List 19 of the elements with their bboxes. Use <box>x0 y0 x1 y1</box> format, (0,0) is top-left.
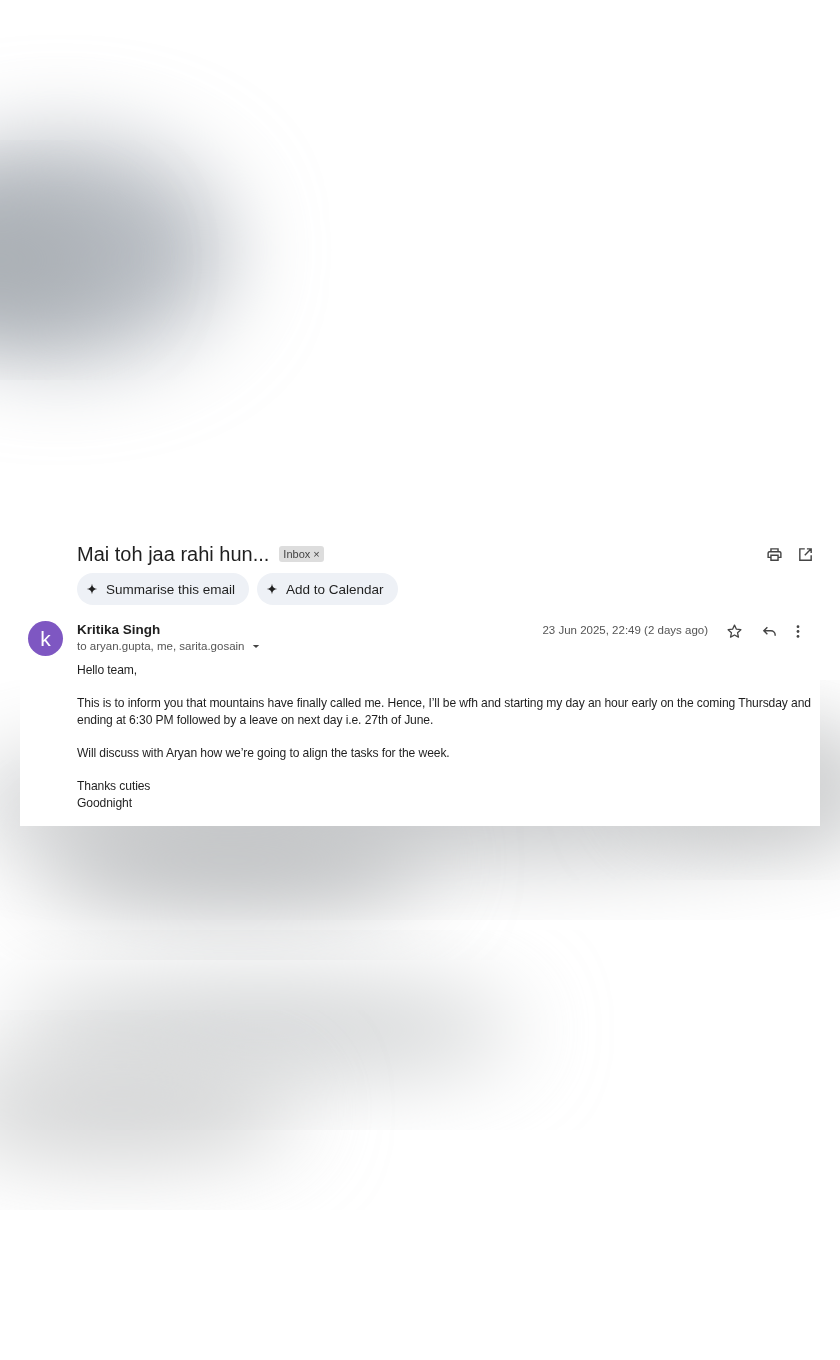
star-icon[interactable] <box>726 623 743 640</box>
email-body-text: Goodnight <box>77 795 133 812</box>
inbox-label[interactable]: Inbox × <box>279 546 324 562</box>
email-date: 23 Jun 2025, 22:49 (2 days ago) <box>542 623 708 636</box>
smart-action-button[interactable]: Summarise this email <box>77 573 250 605</box>
dropdown-caret-icon[interactable] <box>251 643 260 649</box>
open-in-new-window-icon[interactable] <box>797 545 814 563</box>
sender-name: Kritika Singh <box>77 622 162 637</box>
recipients-text: to aryan.gupta, me, sarita.gosain <box>77 640 245 652</box>
sparkle-icon <box>86 583 98 595</box>
email-body-text: Hello team, <box>77 662 139 679</box>
sender-avatar: k <box>28 621 63 656</box>
more-options-icon[interactable] <box>796 625 800 638</box>
email-body-text: Will discuss with Aryan how we’re going to align the tasks for the week. <box>77 745 451 762</box>
email-subject: Mai toh jaa rahi hun... <box>77 542 270 566</box>
email-body-text: This is to inform you that mountains have finally called me. Hence, I’ll be wfh and starting my day an hour early on the coming Thursday and ending at 6:30 PM followed by a leave on next day i.e. 27th of June. <box>77 695 812 729</box>
smart-action-button[interactable]: Add to Calendar <box>257 573 398 605</box>
email-body-text: Thanks cuties <box>77 778 152 795</box>
print-icon[interactable] <box>766 545 783 563</box>
